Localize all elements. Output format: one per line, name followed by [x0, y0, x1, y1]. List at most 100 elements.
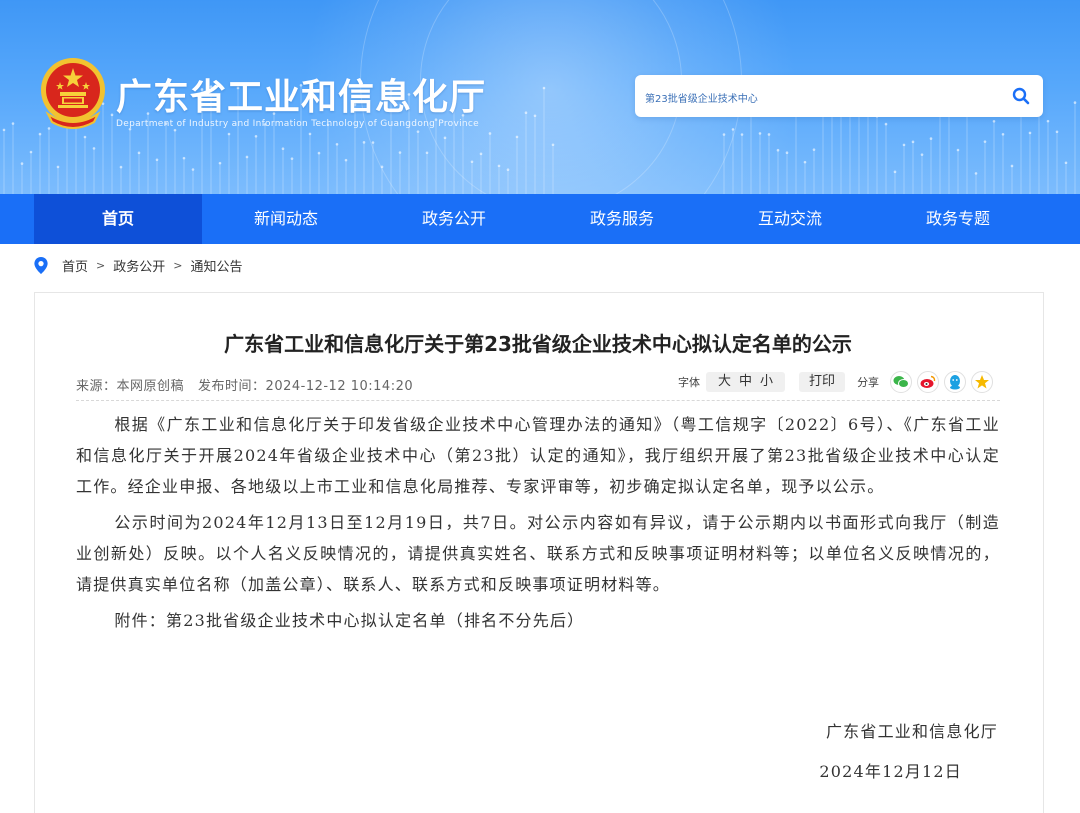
banner-dot — [1055, 130, 1059, 134]
search-input[interactable] — [643, 75, 1007, 119]
banner-dot — [137, 151, 141, 155]
banner-dot — [524, 111, 528, 115]
national-emblem-icon — [41, 58, 105, 129]
font-size-medium[interactable]: 中 — [739, 374, 752, 389]
banner-dot — [884, 122, 888, 126]
banner-dot — [911, 140, 915, 144]
breadcrumb-notices[interactable]: 通知公告 — [190, 256, 242, 275]
main-nav: 首页 新闻动态 政务公开 政务服务 互动交流 政务专题 — [0, 194, 1080, 244]
banner-dot — [245, 155, 249, 159]
banner-dot — [11, 122, 15, 125]
banner-dot — [974, 172, 978, 175]
article-paragraph: 公示时间为2024年12月13日至12月19日，共7日。对公示内容如有异议，请于… — [76, 513, 1000, 594]
header-banner: 广东省工业和信息化厅 Department of Industry and In… — [0, 0, 1080, 194]
banner-dot — [920, 153, 924, 156]
banner-dot — [983, 140, 987, 143]
banner-dot — [92, 147, 96, 150]
qzone-icon[interactable] — [971, 371, 994, 393]
banner-dot — [812, 148, 816, 151]
qq-icon[interactable] — [944, 371, 967, 393]
font-size-large[interactable]: 大 — [718, 374, 731, 389]
nav-item-interaction[interactable]: 互动交流 — [706, 194, 874, 244]
search-box — [635, 75, 1043, 119]
banner-dot — [767, 133, 771, 136]
article-title: 广东省工业和信息化厅关于第23批省级企业技术中心拟认定名单的公示 — [224, 332, 852, 356]
banner-dot — [29, 150, 33, 154]
nav-item-home[interactable]: 首页 — [34, 194, 202, 244]
banner-dot — [2, 128, 6, 132]
nav-item-gov-affairs-open[interactable]: 政务公开 — [370, 194, 538, 244]
banner-dot — [344, 158, 348, 162]
banner-dot — [38, 132, 42, 136]
banner-dot — [425, 151, 429, 155]
banner-dot — [281, 147, 285, 151]
banner-dot — [551, 143, 555, 147]
banner-dot — [992, 119, 996, 123]
meta-divider — [76, 400, 1000, 401]
banner-dot — [119, 165, 123, 169]
share-label: 分享 — [857, 376, 880, 389]
breadcrumb: 首页 > 政务公开 > 通知公告 — [34, 256, 242, 275]
nav-item-special-topics[interactable]: 政务专题 — [874, 194, 1042, 244]
banner-dot — [515, 135, 519, 139]
nav-item-gov-services[interactable]: 政务服务 — [538, 194, 706, 244]
site-title: 广东省工业和信息化厅 — [116, 77, 487, 118]
font-size-small[interactable]: 小 — [760, 374, 773, 389]
attachment-line: 附件：第23批省级企业技术中心拟认定名单（排名不分先后） — [76, 605, 1000, 636]
banner-dot — [803, 160, 807, 164]
time-label: 发布时间： — [198, 379, 266, 394]
location-pin-icon — [34, 256, 48, 274]
article-body: 根据《广东工业和信息化厅关于印发省级企业技术中心管理办法的通知》（粤工信规字〔2… — [76, 409, 1000, 641]
banner-dot — [317, 151, 321, 155]
banner-dot — [371, 141, 375, 144]
banner-dot — [155, 158, 159, 162]
banner-dot — [893, 170, 897, 174]
banner-dot — [497, 164, 501, 168]
banner-dot — [110, 113, 114, 117]
breadcrumb-gov-affairs-open[interactable]: 政务公开 — [113, 256, 165, 275]
banner-dot — [218, 161, 222, 165]
nav-item-news[interactable]: 新闻动态 — [202, 194, 370, 244]
banner-dot — [740, 133, 744, 136]
banner-dot — [956, 148, 960, 152]
article-meta: 来源：本网原创稿 发布时间：2024-12-12 10:14:20 — [76, 375, 413, 394]
attachment-link[interactable]: 第23批省级企业技术中心拟认定名单（排名不分先后） — [166, 611, 584, 630]
banner-dot — [56, 165, 60, 169]
banner-dot — [731, 128, 735, 131]
banner-dot — [470, 160, 474, 164]
banner-dot — [542, 86, 546, 90]
banner-dot — [479, 152, 483, 156]
banner-dot — [20, 162, 24, 165]
font-size-label: 字体 — [678, 376, 700, 389]
banner-dot — [416, 130, 420, 133]
banner-dot — [191, 168, 195, 171]
banner-dot — [1001, 132, 1005, 136]
banner-dot — [227, 132, 231, 136]
banner-dot — [308, 132, 312, 136]
banner-dot — [173, 128, 177, 132]
banner-dot — [488, 132, 492, 135]
wechat-icon[interactable] — [890, 371, 913, 393]
signature-org: 广东省工业和信息化厅 — [825, 722, 998, 741]
banner-dot — [290, 157, 294, 160]
article-paragraph: 根据《广东工业和信息化厅关于印发省级企业技术中心管理办法的通知》（粤工信规字〔2… — [76, 415, 1000, 496]
banner-dot — [758, 132, 762, 135]
banner-dot — [362, 141, 366, 144]
attachment-label: 附件： — [114, 611, 166, 630]
banner-dot — [1064, 161, 1068, 165]
source-value: 本网原创稿 — [116, 379, 185, 394]
publish-time: 2024-12-12 10:14:20 — [265, 379, 414, 394]
signature-date: 2024年12月12日 — [819, 762, 962, 781]
font-size-switcher: 大中小 — [706, 372, 786, 392]
banner-dot — [1010, 164, 1014, 168]
breadcrumb-separator: > — [173, 258, 183, 272]
banner-dot — [929, 137, 933, 140]
weibo-icon[interactable] — [917, 371, 940, 393]
banner-dot — [83, 135, 87, 139]
print-button[interactable]: 打印 — [799, 372, 846, 392]
breadcrumb-home[interactable]: 首页 — [62, 256, 88, 275]
banner-dot — [785, 151, 789, 154]
banner-dot — [1073, 101, 1077, 104]
search-icon[interactable] — [1011, 86, 1031, 106]
banner-dot — [1046, 119, 1050, 123]
